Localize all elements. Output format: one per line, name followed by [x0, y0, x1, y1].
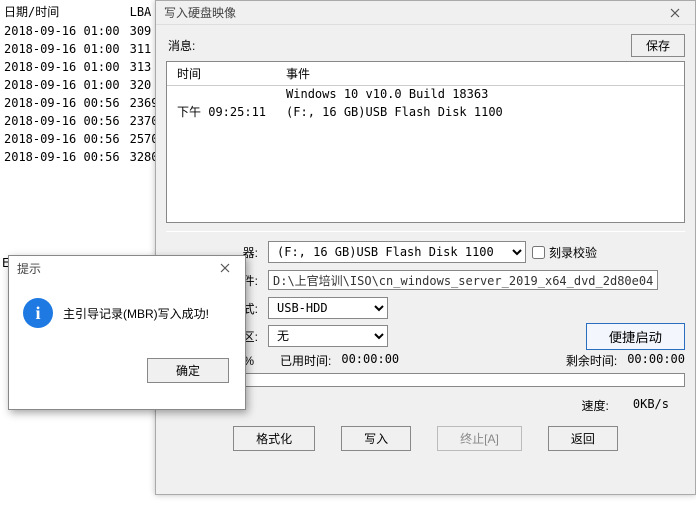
format-button[interactable]: 格式化: [233, 426, 315, 451]
log-cell-datetime: 2018-09-16 00:56: [2, 149, 126, 165]
evt-cell-event: (F:, 16 GB)USB Flash Disk 1100: [276, 102, 684, 121]
alert-title: 提示: [17, 260, 41, 277]
log-cell-datetime: 2018-09-16 01:00: [2, 59, 126, 75]
divider: [166, 231, 685, 232]
file-field[interactable]: [268, 270, 658, 290]
verify-label: 刻录校验: [549, 244, 597, 261]
table-row[interactable]: 2018-09-16 00:562570: [2, 131, 165, 147]
table-row[interactable]: 2018-09-16 00:562369: [2, 95, 165, 111]
abort-button: 终止[A]: [437, 426, 522, 451]
elapsed-label: 已用时间:: [280, 352, 331, 369]
remain-label: 剩余时间:: [566, 352, 617, 369]
verify-checkbox[interactable]: 刻录校验: [532, 244, 597, 261]
write-disk-image-dialog: 写入硬盘映像 消息: 保存 时间 事件 Windows 10 v10.0 Bui…: [155, 0, 696, 495]
log-cell-datetime: 2018-09-16 00:56: [2, 95, 126, 111]
log-cell-datetime: 2018-09-16 00:56: [2, 113, 126, 129]
table-row[interactable]: 2018-09-16 01:00309: [2, 23, 165, 39]
alert-titlebar[interactable]: 提示: [9, 256, 245, 280]
quick-boot-button[interactable]: 便捷启动: [586, 323, 685, 350]
info-label: 消息:: [166, 37, 631, 54]
close-icon[interactable]: [655, 1, 695, 25]
table-row[interactable]: 下午 09:25:11(F:, 16 GB)USB Flash Disk 110…: [167, 102, 684, 121]
alert-message: 主引导记录(MBR)写入成功!: [63, 305, 209, 322]
save-button[interactable]: 保存: [631, 34, 685, 57]
table-row[interactable]: 2018-09-16 00:563280: [2, 149, 165, 165]
log-cell-datetime: 2018-09-16 01:00: [2, 41, 126, 57]
dialog-title: 写入硬盘映像: [164, 4, 236, 21]
event-list[interactable]: 时间 事件 Windows 10 v10.0 Build 18363下午 09:…: [166, 61, 685, 223]
evt-col-event[interactable]: 事件: [276, 62, 684, 86]
table-row[interactable]: 2018-09-16 01:00311: [2, 41, 165, 57]
log-cell-datetime: 2018-09-16 01:00: [2, 77, 126, 93]
table-row[interactable]: 2018-09-16 01:00313: [2, 59, 165, 75]
elapsed-value: 00:00:00: [341, 352, 399, 369]
ok-button[interactable]: 确定: [147, 358, 229, 383]
verify-checkbox-input[interactable]: [532, 246, 545, 259]
log-col-datetime[interactable]: 日期/时间: [2, 2, 126, 21]
log-table: 日期/时间 LBA 2018-09-16 01:003092018-09-16 …: [0, 0, 167, 167]
log-cell-datetime: 2018-09-16 01:00: [2, 23, 126, 39]
dialog-titlebar[interactable]: 写入硬盘映像: [156, 1, 695, 25]
mode-select[interactable]: USB-HDD: [268, 297, 388, 319]
evt-col-time[interactable]: 时间: [167, 62, 276, 86]
speed-value: 0KB/s: [633, 397, 669, 414]
evt-cell-event: Windows 10 v10.0 Build 18363: [276, 86, 684, 103]
speed-label: 速度:: [582, 397, 609, 414]
alert-dialog: 提示 i 主引导记录(MBR)写入成功! 确定: [8, 255, 246, 410]
log-cell-datetime: 2018-09-16 00:56: [2, 131, 126, 147]
evt-cell-time: [167, 86, 276, 103]
info-icon: i: [23, 298, 53, 328]
remain-value: 00:00:00: [627, 352, 685, 369]
drive-select[interactable]: (F:, 16 GB)USB Flash Disk 1100: [268, 241, 526, 263]
close-icon[interactable]: [205, 256, 245, 280]
back-button[interactable]: 返回: [548, 426, 618, 451]
table-row[interactable]: 2018-09-16 01:00320: [2, 77, 165, 93]
table-row[interactable]: 2018-09-16 00:562370: [2, 113, 165, 129]
table-row[interactable]: Windows 10 v10.0 Build 18363: [167, 86, 684, 103]
hide-select[interactable]: 无: [268, 325, 388, 347]
evt-cell-time: 下午 09:25:11: [167, 102, 276, 121]
write-button[interactable]: 写入: [341, 426, 411, 451]
